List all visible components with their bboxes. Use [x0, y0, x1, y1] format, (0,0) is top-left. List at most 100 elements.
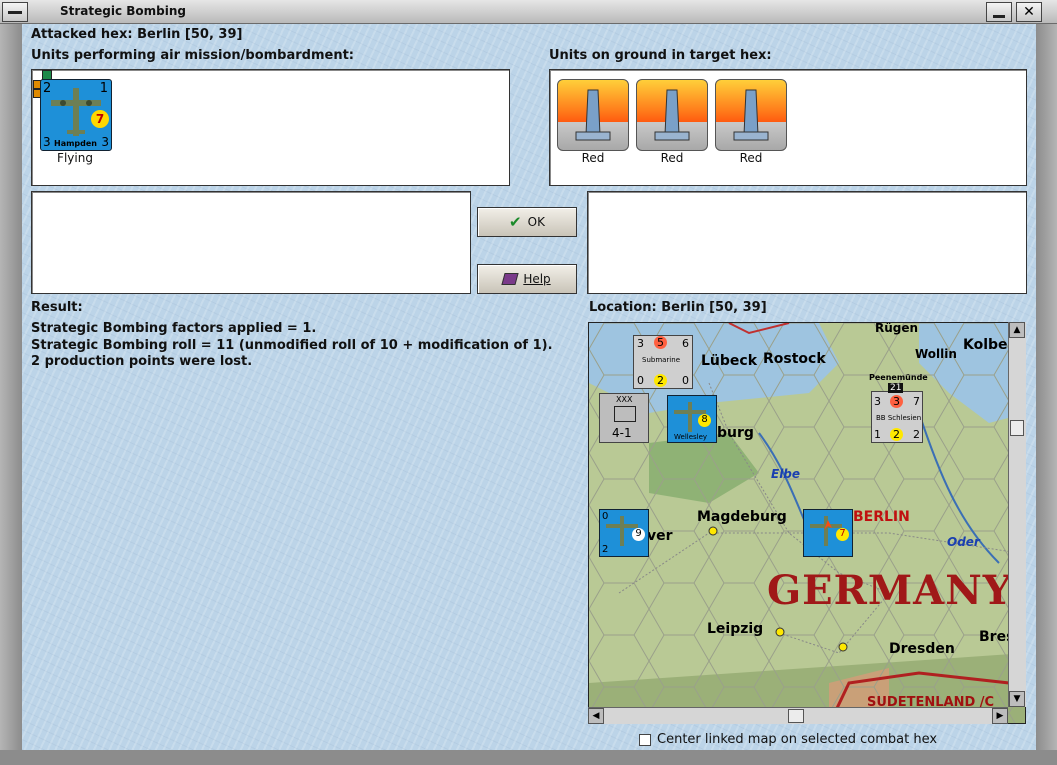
map-river-elbe: Elbe	[771, 467, 801, 481]
counter-badge: 2	[890, 428, 903, 441]
ground-unit-status: Red	[739, 151, 763, 165]
window-border-bottom	[0, 750, 1057, 765]
counter-bottom-left: 1	[874, 428, 881, 441]
map-horizontal-scrollbar[interactable]: ◀ ▶	[588, 707, 1008, 724]
result-label: Result:	[31, 300, 83, 315]
counter-bottom-right: 0	[682, 374, 689, 387]
map-city-berlin: BERLIN	[853, 509, 910, 525]
counter-size: XXX	[616, 395, 633, 404]
counter-left: 0	[602, 511, 609, 522]
scroll-left-arrow-icon[interactable]: ◀	[588, 708, 604, 724]
counter-strength: 4-1	[612, 426, 632, 440]
aa-gun-counter	[557, 79, 629, 151]
counter-bottom: 2	[602, 544, 609, 555]
counter-badge: 9	[632, 528, 645, 541]
map-counter-bb-schlesien[interactable]: 21 3 3 7 BB Schlesien 1 2 2	[871, 383, 923, 443]
map-city-rugen: Rügen	[875, 322, 919, 335]
aa-gun-icon	[654, 89, 690, 141]
map-counter-harrow[interactable]: 0 9 2	[599, 509, 649, 557]
map-city-leipzig: Leipzig	[707, 621, 764, 637]
map-city-lubeck: Lübeck	[701, 353, 758, 369]
horizontal-scroll-thumb[interactable]	[788, 709, 804, 723]
counter-right: 6	[682, 337, 689, 350]
aa-gun-icon	[575, 89, 611, 141]
counter-attack: 3	[637, 337, 644, 350]
ok-button[interactable]: ✔ OK	[477, 207, 577, 237]
air-units-list: 2 1 7 3 Hampden 3 Flying	[31, 69, 510, 186]
ground-unit-1[interactable]: Red	[557, 79, 629, 165]
ground-unit-3[interactable]: Red	[715, 79, 787, 165]
window-border-left	[0, 24, 22, 765]
counter-mid: 3	[890, 395, 903, 408]
counter-name: Wellesley	[674, 433, 708, 441]
map-river-oder: Oder	[947, 535, 980, 549]
map-city-peenemunde: Peenemünde	[869, 373, 928, 382]
ground-unit-2[interactable]: Red	[636, 79, 708, 165]
dialog-window: Strategic Bombing ✕ Attacked hex: Berlin…	[0, 0, 1057, 765]
unit-name: Hampden	[54, 139, 98, 148]
location-map[interactable]: Rügen Lübeck Rostock Wollin Kolbe Peenem…	[588, 322, 1026, 724]
unit-bottom-right: 3	[101, 135, 109, 149]
location-label: Location: Berlin [50, 39]	[589, 300, 767, 315]
center-map-label: Center linked map on selected combat hex	[657, 732, 938, 747]
map-vertical-scrollbar[interactable]: ▲ ▼	[1008, 322, 1026, 707]
counter-badge: 8	[698, 414, 711, 427]
counter-bottom-right: 2	[913, 428, 920, 441]
vertical-scroll-thumb[interactable]	[1010, 420, 1024, 436]
counter-attack: 3	[874, 395, 881, 408]
map-city-rostock: Rostock	[763, 351, 826, 367]
scroll-down-arrow-icon[interactable]: ▼	[1009, 691, 1025, 707]
map-counter-submarine[interactable]: 3 5 6 Submarine 0 2 0	[633, 335, 693, 389]
window-border-right	[1036, 24, 1057, 765]
close-button[interactable]: ✕	[1016, 2, 1042, 22]
counter-badge: 2	[654, 374, 667, 387]
center-linked-map-option[interactable]: Center linked map on selected combat hex	[639, 732, 937, 747]
minimize-icon	[993, 14, 1005, 18]
attacker-details-box	[31, 191, 471, 294]
counter-mid: 5	[654, 336, 667, 349]
counter-badge: 7	[836, 528, 849, 541]
defender-details-box	[587, 191, 1027, 294]
counter-name: Submarine	[642, 356, 680, 364]
aa-gun-counter	[715, 79, 787, 151]
ground-unit-status: Red	[660, 151, 684, 165]
air-units-label: Units performing air mission/bombardment…	[31, 48, 355, 63]
aa-gun-counter	[636, 79, 708, 151]
unit-bottom-left: 3	[43, 135, 51, 149]
scroll-right-arrow-icon[interactable]: ▶	[992, 708, 1008, 724]
result-line-1: Strategic Bombing factors applied = 1.	[31, 321, 317, 336]
counter-name: BB Schlesien	[876, 414, 922, 422]
attacked-hex-label: Attacked hex: Berlin [50, 39]	[31, 27, 243, 42]
unit-right-value: 1	[99, 81, 108, 96]
help-button[interactable]: Help	[477, 264, 577, 294]
counter-bottom-left: 0	[637, 374, 644, 387]
checkmark-icon: ✔	[509, 213, 522, 231]
window-title: Strategic Bombing	[60, 4, 186, 18]
counter-right: 7	[913, 395, 920, 408]
system-menu-button[interactable]	[2, 2, 28, 22]
title-bar[interactable]: Strategic Bombing ✕	[0, 0, 1057, 24]
unit-left-value: 2	[43, 81, 52, 96]
map-city-ver: ver	[647, 528, 673, 544]
dialog-content: Attacked hex: Berlin [50, 39] Units perf…	[22, 24, 1036, 750]
fire-badge: 7	[91, 110, 109, 128]
map-city-dresden: Dresden	[889, 641, 955, 657]
unit-status: Flying	[57, 151, 93, 165]
hampden-counter: 2 1 7 3 Hampden 3	[40, 79, 112, 151]
map-city-wollin: Wollin	[915, 347, 957, 361]
map-counter-xxxi-corps[interactable]: XXX 4-1	[599, 393, 649, 443]
center-map-checkbox[interactable]	[639, 733, 651, 746]
scroll-up-arrow-icon[interactable]: ▲	[1009, 322, 1025, 338]
map-city-kolbe: Kolbe	[963, 337, 1008, 353]
infantry-symbol-icon	[614, 406, 636, 422]
map-country-germany: GERMANY	[767, 567, 1013, 614]
map-counter-hampden[interactable]: 7	[803, 509, 853, 557]
close-icon: ✕	[1023, 4, 1035, 20]
map-counter-wellesley[interactable]: 8 Wellesley	[667, 395, 717, 443]
aa-gun-icon	[733, 89, 769, 141]
ok-button-label: OK	[527, 215, 545, 229]
ground-units-label: Units on ground in target hex:	[549, 48, 772, 63]
minimize-bar-icon	[8, 10, 22, 14]
minimize-button[interactable]	[986, 2, 1012, 22]
result-line-3: 2 production points were lost.	[31, 354, 253, 369]
